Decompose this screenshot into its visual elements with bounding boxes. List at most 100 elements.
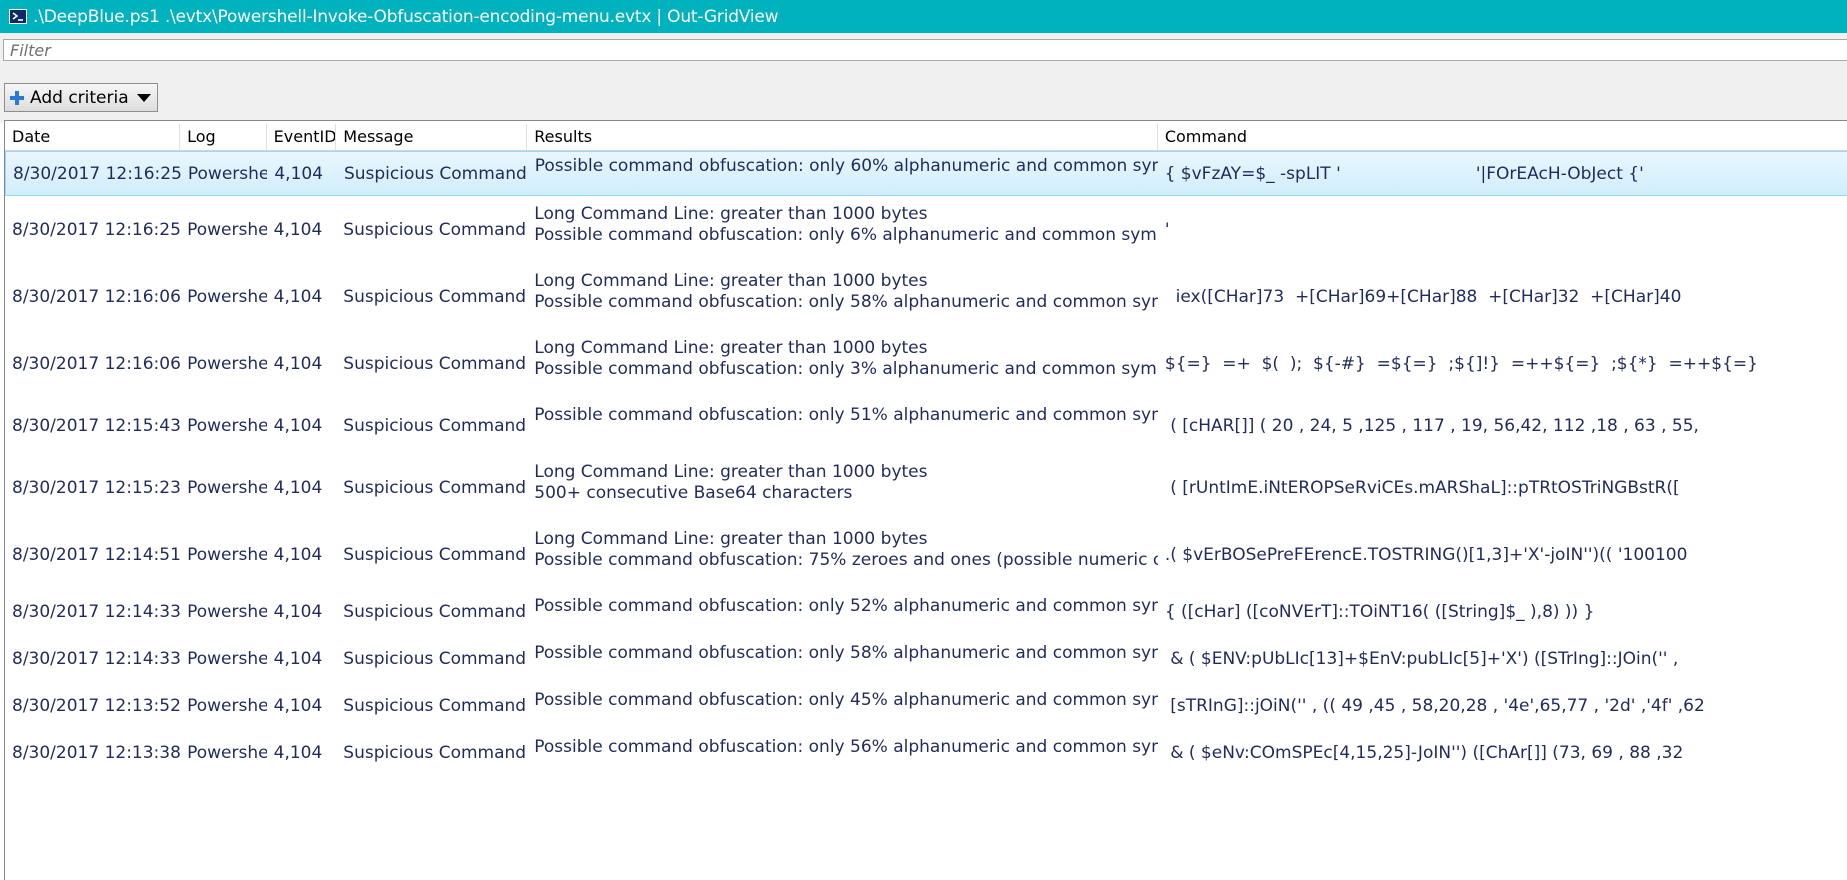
cell-eventid: 4,104 bbox=[273, 286, 323, 307]
column-header-results[interactable]: Results bbox=[527, 124, 1158, 150]
cell-message: Suspicious Command Line bbox=[343, 648, 527, 669]
column-header-command[interactable]: Command bbox=[1158, 124, 1847, 150]
cell-date: 8/30/2017 12:14:33 PM bbox=[12, 648, 181, 669]
cell-command: & ( $ENV:pUbLIc[13]+$EnV:pubLIc[5]+'X') … bbox=[1164, 648, 1679, 669]
cell-log: Powershell bbox=[187, 648, 267, 669]
cell-eventid: 4,104 bbox=[273, 415, 323, 436]
cell-log: Powershell bbox=[187, 163, 267, 184]
result-line: Long Command Line: greater than 1000 byt… bbox=[534, 529, 928, 549]
grid-header: Date Log EventID Message Results Command bbox=[5, 124, 1847, 151]
cell-eventid: 4,104 bbox=[274, 163, 324, 184]
column-header-date[interactable]: Date bbox=[5, 124, 181, 150]
column-header-eventid[interactable]: EventID bbox=[267, 124, 337, 150]
column-header-message[interactable]: Message bbox=[336, 124, 528, 150]
cell-date: 8/30/2017 12:16:25 PM bbox=[13, 163, 181, 184]
table-row[interactable]: 8/30/2017 12:14:51 PM Powershell 4,104 Susp… bbox=[5, 521, 1847, 588]
cell-eventid: 4,104 bbox=[273, 695, 323, 716]
cell-log: Powershell bbox=[187, 286, 267, 307]
cell-log: Powershell bbox=[187, 695, 267, 716]
chevron-down-icon bbox=[136, 93, 151, 102]
table-row[interactable]: 8/30/2017 12:14:33 PM Powershell 4,104 Susp… bbox=[5, 588, 1847, 635]
cell-command: ( [cHAR[]] ( 20 , 24, 5 ,125 , 117 , 19,… bbox=[1164, 415, 1699, 436]
cell-log: Powershell bbox=[187, 601, 267, 622]
cell-results: Long Command Line: greater than 1000 byt… bbox=[527, 196, 1158, 263]
cell-eventid: 4,104 bbox=[273, 742, 323, 763]
cell-eventid: 4,104 bbox=[273, 544, 323, 565]
cell-command: ' bbox=[1164, 219, 1170, 240]
column-header-log[interactable]: Log bbox=[180, 124, 267, 150]
cell-log: Powershell bbox=[187, 742, 267, 763]
cell-results: Long Command Line: greater than 1000 byt… bbox=[527, 521, 1158, 588]
cell-log: Powershell bbox=[187, 353, 267, 374]
cell-results: Possible command obfuscation: only 45% a… bbox=[527, 682, 1158, 729]
toolbar-area: Add criteria bbox=[0, 33, 1847, 123]
table-row[interactable]: 8/30/2017 12:13:38 PM Powershell 4,104 Susp… bbox=[5, 729, 1847, 776]
cell-eventid: 4,104 bbox=[273, 477, 323, 498]
cell-message: Suspicious Command Line bbox=[343, 742, 527, 763]
cell-results: Long Command Line: greater than 1000 byt… bbox=[527, 454, 1158, 521]
result-line: Long Command Line: greater than 1000 byt… bbox=[534, 271, 928, 291]
cell-command: ${=} =+ $( ); ${-#} =${=} ;${]!} =++${=}… bbox=[1164, 353, 1758, 374]
result-line: Possible command obfuscation: only 58% a… bbox=[534, 292, 1158, 312]
table-row[interactable]: 8/30/2017 12:15:23 PM Powershell 4,104 Susp… bbox=[5, 454, 1847, 521]
result-line: Long Command Line: greater than 1000 byt… bbox=[534, 462, 928, 482]
cell-eventid: 4,104 bbox=[273, 219, 323, 240]
result-line: Long Command Line: greater than 1000 byt… bbox=[534, 204, 928, 224]
cell-log: Powershell bbox=[187, 219, 267, 240]
cell-message: Suspicious Command Line bbox=[343, 163, 528, 184]
table-row[interactable]: 8/30/2017 12:16:25 PM Powershell 4,104 Susp… bbox=[5, 151, 1847, 196]
cell-message: Suspicious Command Line bbox=[343, 353, 527, 374]
cell-results: Possible command obfuscation: only 51% a… bbox=[527, 397, 1158, 454]
result-line: Long Command Line: greater than 1000 byt… bbox=[534, 338, 928, 358]
results-grid[interactable]: Date Log EventID Message Results Command… bbox=[4, 120, 1847, 880]
cell-command: [sTRInG]::jOiN('' , (( 49 ,45 , 58,20,28… bbox=[1164, 695, 1705, 716]
cell-eventid: 4,104 bbox=[273, 648, 323, 669]
result-line: Possible command obfuscation: only 56% a… bbox=[534, 737, 1158, 757]
result-line: Possible command obfuscation: only 52% a… bbox=[534, 596, 1158, 616]
cell-command: { ([cHar] ([coNVErT]::TOiNT16( ([String]… bbox=[1164, 601, 1595, 622]
cell-message: Suspicious Command Line bbox=[343, 601, 527, 622]
result-line: Possible command obfuscation: 75% zeroes… bbox=[534, 550, 1158, 570]
table-row[interactable]: 8/30/2017 12:16:25 PM Powershell 4,104 Susp… bbox=[5, 196, 1847, 263]
cell-message: Suspicious Command Line bbox=[343, 219, 527, 240]
cell-message: Suspicious Command Line bbox=[343, 695, 527, 716]
cell-command: iex([CHar]73 +[CHar]69+[CHar]88 +[CHar]3… bbox=[1164, 286, 1682, 307]
cell-date: 8/30/2017 12:14:33 PM bbox=[12, 601, 181, 622]
cell-date: 8/30/2017 12:16:25 PM bbox=[12, 219, 181, 240]
table-row[interactable]: 8/30/2017 12:16:06 PM Powershell 4,104 Susp… bbox=[5, 263, 1847, 330]
cell-results: Possible command obfuscation: only 60% a… bbox=[528, 152, 1158, 195]
result-line: Possible command obfuscation: only 58% a… bbox=[534, 643, 1158, 663]
table-row[interactable]: 8/30/2017 12:14:33 PM Powershell 4,104 Susp… bbox=[5, 635, 1847, 682]
cell-log: Powershell bbox=[187, 544, 267, 565]
cell-results: Possible command obfuscation: only 52% a… bbox=[527, 588, 1158, 635]
add-criteria-label: Add criteria bbox=[30, 87, 129, 108]
filter-input[interactable] bbox=[3, 39, 1847, 61]
cell-date: 8/30/2017 12:14:51 PM bbox=[12, 544, 181, 565]
cell-results: Long Command Line: greater than 1000 byt… bbox=[527, 263, 1158, 330]
cell-message: Suspicious Command Line bbox=[343, 477, 527, 498]
powershell-icon bbox=[9, 9, 27, 24]
cell-eventid: 4,104 bbox=[273, 353, 323, 374]
cell-message: Suspicious Command Line bbox=[343, 415, 527, 436]
cell-command: ( [rUntImE.iNtEROPSeRviCEs.mARShaL]::pTR… bbox=[1164, 477, 1680, 498]
cell-date: 8/30/2017 12:16:06 PM bbox=[12, 286, 181, 307]
add-criteria-button[interactable]: Add criteria bbox=[4, 83, 158, 112]
cell-results: Possible command obfuscation: only 58% a… bbox=[527, 635, 1158, 682]
cell-results: Possible command obfuscation: only 56% a… bbox=[527, 729, 1158, 776]
result-line: Possible command obfuscation: only 6% al… bbox=[534, 225, 1158, 245]
result-line: 500+ consecutive Base64 characters bbox=[534, 483, 853, 503]
cell-date: 8/30/2017 12:15:43 PM bbox=[12, 415, 181, 436]
cell-date: 8/30/2017 12:16:06 PM bbox=[12, 353, 181, 374]
cell-log: Powershell bbox=[187, 415, 267, 436]
result-line: Possible command obfuscation: only 45% a… bbox=[534, 690, 1158, 710]
table-row[interactable]: 8/30/2017 12:16:06 PM Powershell 4,104 Susp… bbox=[5, 330, 1847, 397]
cell-date: 8/30/2017 12:13:52 PM bbox=[12, 695, 181, 716]
table-row[interactable]: 8/30/2017 12:15:43 PM Powershell 4,104 Susp… bbox=[5, 397, 1847, 454]
cell-command: { $vFzAY=$_ -spLIT ' '|FOrEAcH-ObJect {' bbox=[1164, 163, 1644, 184]
title-bar: .\DeepBlue.ps1 .\evtx\Powershell-Invoke-… bbox=[0, 0, 1847, 33]
table-row[interactable]: 8/30/2017 12:13:52 PM Powershell 4,104 Susp… bbox=[5, 682, 1847, 729]
cell-eventid: 4,104 bbox=[273, 601, 323, 622]
plus-icon bbox=[10, 90, 24, 105]
cell-message: Suspicious Command Line bbox=[343, 544, 527, 565]
cell-results: Long Command Line: greater than 1000 byt… bbox=[527, 330, 1158, 397]
